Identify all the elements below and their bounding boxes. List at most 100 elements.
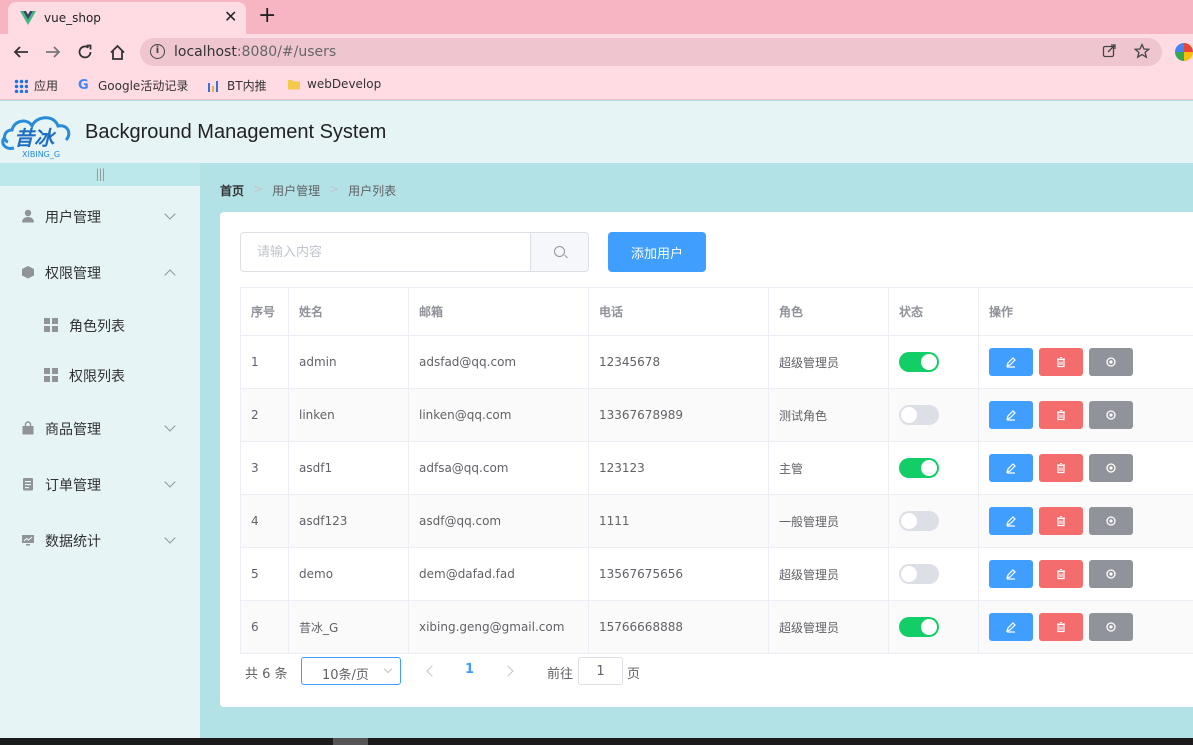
share-icon[interactable] [1102, 43, 1117, 62]
column-header: 电话 [588, 287, 769, 336]
breadcrumb-home[interactable]: 首页 [220, 182, 244, 199]
search-input[interactable] [241, 233, 531, 271]
cell-role: 超级管理员 [768, 547, 889, 601]
switch-knob [901, 513, 917, 529]
assign-role-button[interactable] [1089, 507, 1133, 535]
column-header: 操作 [978, 287, 1193, 336]
folder-icon [288, 80, 300, 90]
add-user-button[interactable]: 添加用户 [608, 232, 706, 272]
status-switch[interactable] [899, 617, 939, 637]
taskbar-strip [0, 738, 1193, 745]
status-switch[interactable] [899, 564, 939, 584]
reload-icon[interactable] [72, 39, 98, 65]
prev-page-icon[interactable] [426, 665, 438, 677]
address-bar[interactable]: i localhost:8080/#/users [140, 38, 1162, 66]
cell-name: demo [288, 547, 409, 601]
status-switch[interactable] [899, 405, 939, 425]
cell-name: asdf1 [288, 441, 409, 495]
breadcrumb-user-list: 用户列表 [348, 184, 397, 198]
cell-phone: 123123 [588, 441, 769, 495]
sidebar-item-goods[interactable]: 商品管理 [0, 400, 200, 456]
table-row: 1 admin adsfad@qq.com 12345678 超级管理员 [240, 335, 1193, 389]
bookmark-bt[interactable]: BT内推 [207, 77, 267, 94]
home-icon[interactable] [104, 39, 130, 65]
delete-button[interactable] [1039, 454, 1083, 482]
column-header: 状态 [888, 287, 979, 336]
cell-role: 主管 [768, 441, 889, 495]
edit-button[interactable] [989, 348, 1033, 376]
search-box [240, 232, 589, 272]
cell-email: adsfad@qq.com [408, 335, 589, 389]
cell-email: asdf@qq.com [408, 494, 589, 548]
close-tab-icon[interactable]: ✕ [224, 7, 237, 26]
chevron-up-icon [164, 269, 176, 281]
sidebar-item-reports[interactable]: 数据统计 [0, 512, 200, 568]
edit-button[interactable] [989, 454, 1033, 482]
search-button[interactable] [530, 233, 588, 271]
cell-name: admin [288, 335, 409, 389]
status-switch[interactable] [899, 458, 939, 478]
sidebar-subitem-roles[interactable]: 角色列表 [0, 300, 200, 350]
delete-button[interactable] [1039, 348, 1083, 376]
url-text: localhost:8080/#/users [174, 44, 337, 60]
sidebar-item-orders[interactable]: 订单管理 [0, 456, 200, 512]
scrollbar-thumb[interactable] [333, 738, 368, 745]
logo-subtext: XIBING_G [22, 150, 61, 159]
user-list-card: 添加用户 序号 姓名 邮箱 电话 角色 状态 操作 1adminadsfad@q… [220, 212, 1193, 707]
page-size-select[interactable]: 10条/页 [301, 657, 401, 685]
status-switch[interactable] [899, 352, 939, 372]
sidebar-collapse-toggle[interactable]: ||| [0, 163, 200, 186]
cell-status [888, 441, 979, 495]
cell-name: linken [288, 388, 409, 442]
browser-tab[interactable]: vue_shop ✕ [8, 2, 246, 34]
edit-button[interactable] [989, 613, 1033, 641]
switch-knob [921, 619, 937, 635]
document-icon [23, 478, 33, 491]
edit-button[interactable] [989, 507, 1033, 535]
monitor-icon [22, 535, 34, 546]
delete-button[interactable] [1039, 401, 1083, 429]
bookmark-apps[interactable]: 应用 [14, 77, 58, 94]
vue-logo-icon [20, 11, 36, 25]
new-tab-icon[interactable]: + [258, 3, 276, 28]
sidebar-item-permissions[interactable]: 权限管理 [0, 244, 200, 300]
cell-index: 6 [240, 600, 289, 654]
page-number[interactable]: 1 [465, 662, 474, 677]
sidebar-subitem-rights[interactable]: 权限列表 [0, 350, 200, 400]
chevron-down-icon [164, 532, 176, 544]
bookmark-webdevelop[interactable]: webDevelop [287, 77, 381, 91]
assign-role-button[interactable] [1089, 454, 1133, 482]
cell-phone: 1111 [588, 494, 769, 548]
cell-role: 测试角色 [768, 388, 889, 442]
bookmark-google-activity[interactable]: G Google活动记录 [78, 77, 188, 94]
back-arrow-icon[interactable] [8, 39, 34, 65]
sidebar-item-users[interactable]: 用户管理 [0, 188, 200, 244]
assign-role-button[interactable] [1089, 401, 1133, 429]
browser-toolbar: i localhost:8080/#/users [0, 34, 1193, 70]
grid-icon [44, 368, 58, 382]
delete-button[interactable] [1039, 560, 1083, 588]
next-page-icon[interactable] [502, 665, 514, 677]
goto-page-input[interactable] [578, 657, 623, 685]
star-bookmark-icon[interactable] [1133, 42, 1151, 63]
edit-button[interactable] [989, 401, 1033, 429]
assign-role-button[interactable] [1089, 613, 1133, 641]
cell-status [888, 547, 979, 601]
extension-icon[interactable] [1175, 43, 1193, 61]
cell-actions [978, 388, 1193, 442]
cell-status [888, 494, 979, 548]
table-header-row: 序号 姓名 邮箱 电话 角色 状态 操作 [240, 287, 1193, 336]
delete-button[interactable] [1039, 613, 1083, 641]
grid-icon [44, 318, 58, 332]
assign-role-button[interactable] [1089, 348, 1133, 376]
assign-role-button[interactable] [1089, 560, 1133, 588]
cell-index: 5 [240, 547, 289, 601]
status-switch[interactable] [899, 511, 939, 531]
delete-button[interactable] [1039, 507, 1083, 535]
cell-name: asdf123 [288, 494, 409, 548]
edit-button[interactable] [989, 560, 1033, 588]
site-info-icon[interactable]: i [150, 44, 165, 59]
cell-actions [978, 494, 1193, 548]
breadcrumb-separator: > [253, 182, 264, 196]
forward-arrow-icon[interactable] [40, 39, 66, 65]
